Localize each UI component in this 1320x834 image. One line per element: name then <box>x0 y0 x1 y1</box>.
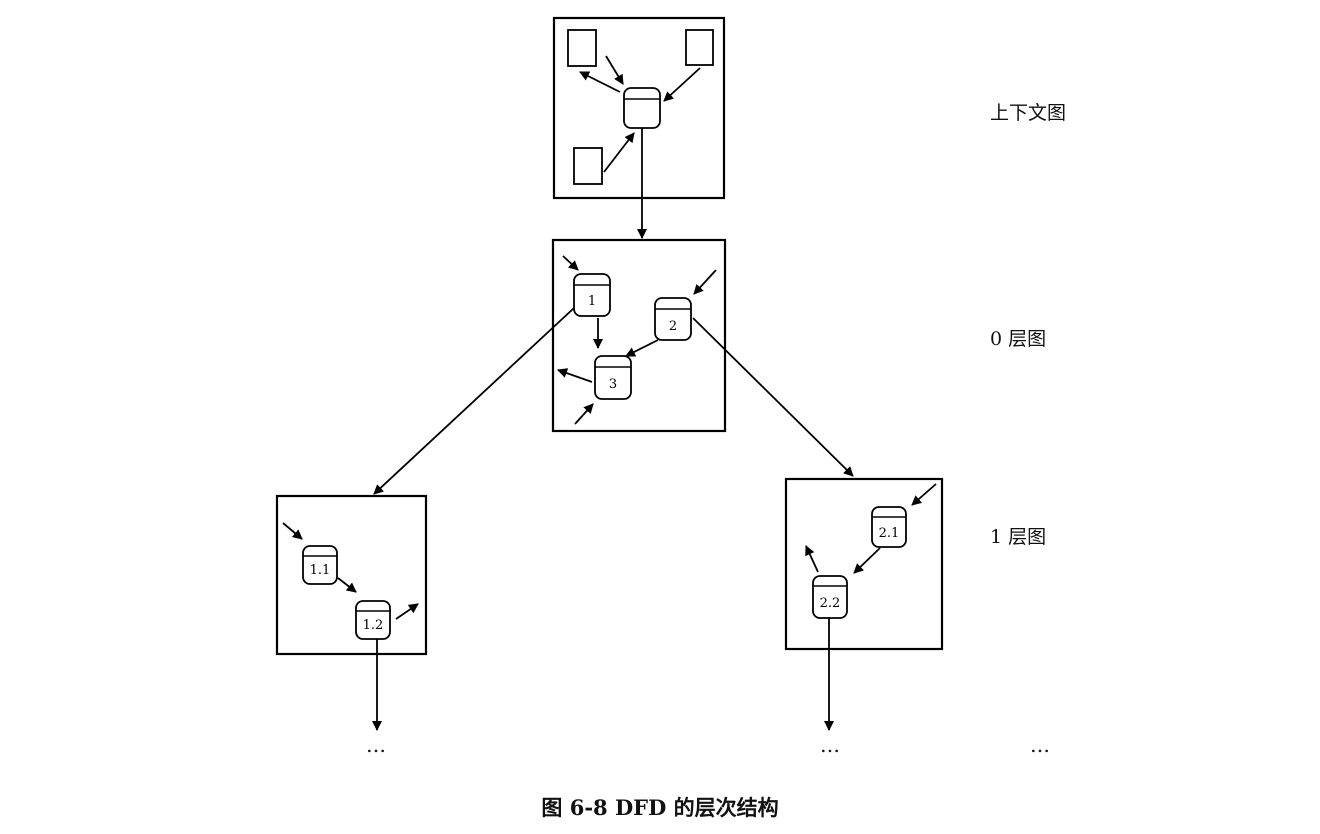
context-entity-top-right <box>685 29 714 66</box>
continuation-right: … <box>1030 733 1050 757</box>
context-entity-top-left <box>567 29 597 67</box>
level0-diagram: 1 2 3 <box>551 238 727 433</box>
process-1-1: 1.1 <box>302 545 338 585</box>
process-3-number: 3 <box>609 377 617 392</box>
level1-diagram-left: 1.1 1.2 <box>275 494 428 656</box>
process-2-2-number: 2.2 <box>820 596 841 611</box>
process-3: 3 <box>594 355 632 400</box>
process-1-2: 1.2 <box>355 600 391 640</box>
context-entity-bottom-left <box>573 147 603 185</box>
context-diagram <box>552 16 726 200</box>
process-2-number: 2 <box>669 319 677 334</box>
level1-left-frame <box>275 494 428 656</box>
process-1: 1 <box>573 273 611 317</box>
dfd-hierarchy-diagram: 1 2 3 1.1 1.2 2.1 2.2 <box>275 16 944 731</box>
process-2-1-number: 2.1 <box>879 526 900 541</box>
level1-diagram-right: 2.1 2.2 <box>784 477 944 651</box>
continuation-left: … <box>366 733 386 757</box>
level1-label: 1 层图 <box>990 526 1047 548</box>
level0-label: 0 层图 <box>990 328 1047 350</box>
process-1-2-number: 1.2 <box>363 618 384 633</box>
continuation-middle: … <box>820 733 840 757</box>
process-1-1-number: 1.1 <box>310 563 331 578</box>
level0-frame <box>551 238 727 433</box>
process-2-2: 2.2 <box>812 575 848 619</box>
process-2: 2 <box>654 297 692 341</box>
process-1-number: 1 <box>588 294 596 309</box>
context-process <box>623 87 661 129</box>
refine-process-1 <box>373 307 575 495</box>
process-2-1: 2.1 <box>871 506 907 548</box>
context-level-label: 上下文图 <box>990 102 1067 124</box>
figure-caption: 图 6-8 DFD 的层次结构 <box>541 795 779 820</box>
